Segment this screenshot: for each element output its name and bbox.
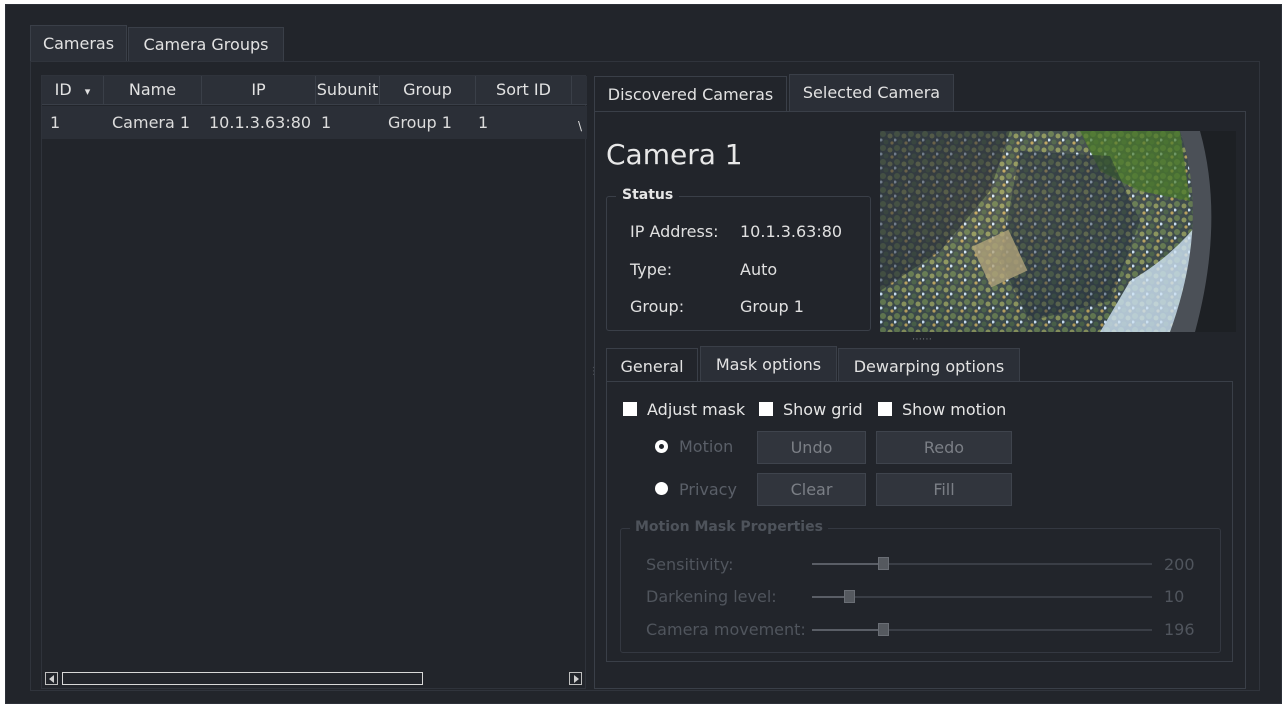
motion-radio-label[interactable]: Motion <box>679 437 733 456</box>
tab-mask-options[interactable]: Mask options <box>700 346 837 382</box>
undo-button[interactable]: Undo <box>757 431 866 464</box>
cell-sort-id: 1 <box>478 113 489 132</box>
show-grid-label[interactable]: Show grid <box>783 400 863 419</box>
redo-button[interactable]: Redo <box>876 431 1012 464</box>
scroll-left-button[interactable] <box>45 672 58 685</box>
tab-cameras[interactable]: Cameras <box>30 25 127 62</box>
vertical-splitter-handle[interactable]: ⋮ <box>589 367 599 377</box>
tab-selected-camera[interactable]: Selected Camera <box>789 74 954 112</box>
tab-dewarping-options[interactable]: Dewarping options <box>838 348 1020 382</box>
clear-button[interactable]: Clear <box>757 473 866 506</box>
status-legend: Status <box>616 187 680 203</box>
horizontal-splitter-handle[interactable]: ⋯⋯ <box>912 334 932 345</box>
motion-mask-properties-legend: Motion Mask Properties <box>630 519 828 535</box>
darkening-level-slider[interactable] <box>812 590 1152 603</box>
show-motion-label[interactable]: Show motion <box>902 400 1006 419</box>
darkening-level-label: Darkening level: <box>646 587 777 606</box>
horizontal-scrollbar[interactable] <box>42 670 587 688</box>
sensitivity-label: Sensitivity: <box>646 555 734 574</box>
camera-title: Camera 1 <box>606 138 743 171</box>
sort-desc-icon: ▾ <box>84 85 91 98</box>
slider-handle[interactable] <box>878 557 889 570</box>
camera-movement-value: 196 <box>1164 620 1195 639</box>
sensitivity-value: 200 <box>1164 555 1195 574</box>
arrow-left-icon <box>49 675 54 683</box>
slider-handle[interactable] <box>878 623 889 636</box>
privacy-radio-label[interactable]: Privacy <box>679 480 737 499</box>
camera-preview-image <box>880 131 1236 332</box>
group-value: Group 1 <box>740 297 804 316</box>
scroll-thumb[interactable] <box>62 672 423 685</box>
column-header-group[interactable]: Group <box>380 76 476 105</box>
camera-table[interactable]: ID ▾ Name IP Subunit Group Sort ID 1 Cam… <box>41 75 587 689</box>
column-header-sort-id[interactable]: Sort ID <box>476 76 572 105</box>
table-row[interactable]: 1 Camera 1 10.1.3.63:80 1 Group 1 1 \ <box>42 106 587 139</box>
ip-address-value: 10.1.3.63:80 <box>740 222 843 241</box>
column-header-subunit[interactable]: Subunit <box>316 76 380 105</box>
cell-group: Group 1 <box>388 113 452 132</box>
type-label: Type: <box>630 260 673 279</box>
cell-subunit: 1 <box>321 113 332 132</box>
adjust-mask-label[interactable]: Adjust mask <box>647 400 745 419</box>
camera-movement-slider[interactable] <box>812 623 1152 636</box>
type-value: Auto <box>740 260 778 279</box>
darkening-level-value: 10 <box>1164 587 1185 606</box>
slider-fill <box>812 629 883 631</box>
scroll-right-button[interactable] <box>569 672 582 685</box>
cell-overflow: \ <box>578 119 583 133</box>
camera-movement-label: Camera movement: <box>646 620 806 639</box>
adjust-mask-checkbox[interactable] <box>623 402 637 416</box>
privacy-radio[interactable] <box>655 482 668 495</box>
slider-fill <box>812 563 883 565</box>
tab-discovered-cameras[interactable]: Discovered Cameras <box>594 76 787 112</box>
motion-radio[interactable] <box>655 440 668 453</box>
tab-general[interactable]: General <box>606 348 698 382</box>
arrow-right-icon <box>574 675 579 683</box>
sensitivity-slider[interactable] <box>812 557 1152 570</box>
column-header-name[interactable]: Name <box>104 76 202 105</box>
cell-name: Camera 1 <box>112 113 191 132</box>
column-id-label: ID <box>54 80 72 99</box>
group-label: Group: <box>630 297 685 316</box>
column-header-ip[interactable]: IP <box>202 76 316 105</box>
slider-handle[interactable] <box>844 590 855 603</box>
table-header: ID ▾ Name IP Subunit Group Sort ID <box>42 76 587 105</box>
column-header-id[interactable]: ID ▾ <box>42 76 104 105</box>
fill-button[interactable]: Fill <box>876 473 1012 506</box>
show-motion-checkbox[interactable] <box>878 402 892 416</box>
tab-camera-groups[interactable]: Camera Groups <box>128 27 284 62</box>
cell-id: 1 <box>50 113 61 132</box>
show-grid-checkbox[interactable] <box>759 402 773 416</box>
ip-address-label: IP Address: <box>630 222 719 241</box>
cell-ip: 10.1.3.63:80 <box>209 113 312 132</box>
